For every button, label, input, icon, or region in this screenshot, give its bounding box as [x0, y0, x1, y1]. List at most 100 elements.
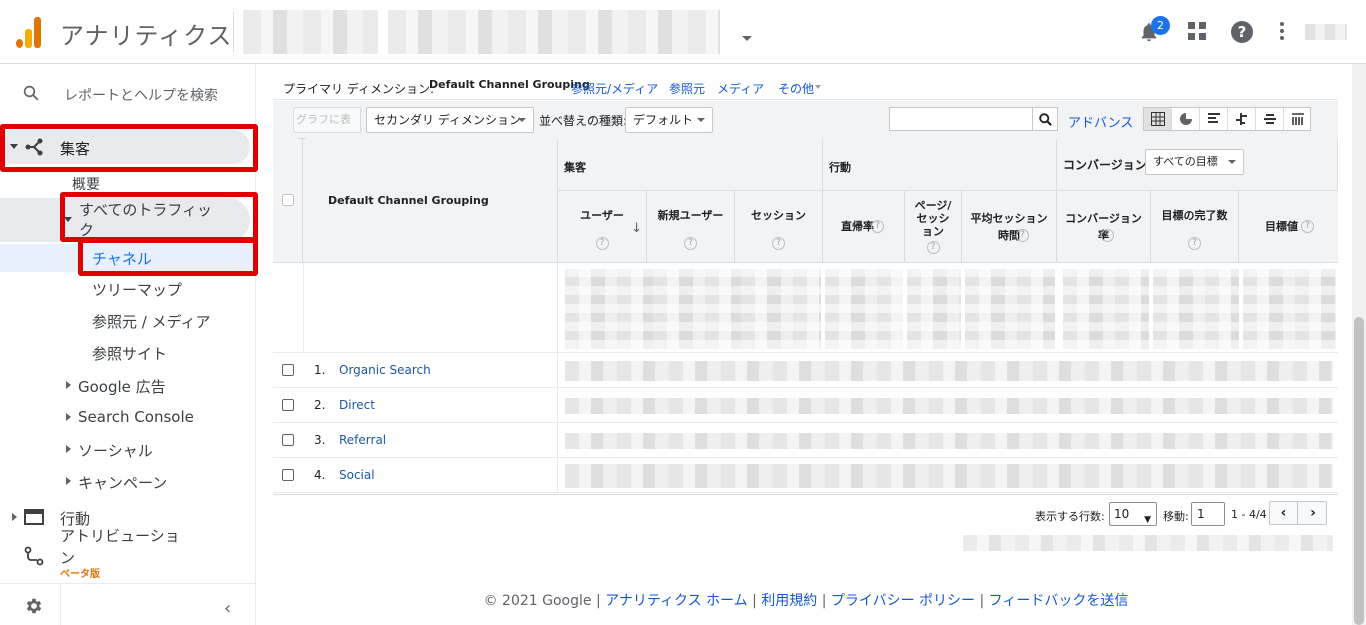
rows-per-page-select[interactable]: 10 ▼ — [1109, 502, 1157, 526]
scrollbar-thumb[interactable] — [1354, 317, 1364, 625]
row-checkbox[interactable] — [282, 469, 294, 481]
blurred-value — [565, 398, 1333, 414]
sidebar-item-social[interactable]: ソーシャル — [78, 440, 153, 461]
blurred-value — [565, 361, 1333, 381]
dimension-link-other[interactable]: その他 — [778, 80, 814, 97]
footer-link-terms[interactable]: 利用規約 — [761, 593, 817, 609]
account-dropdown-icon[interactable] — [742, 36, 752, 41]
footer-link-feedback[interactable]: フィードバックを送信 — [989, 593, 1129, 609]
dimension-link-medium[interactable]: メディア — [717, 80, 764, 97]
notification-badge: 2 — [1151, 16, 1170, 35]
row-checkbox[interactable] — [282, 399, 294, 411]
sidebar-item-referrals[interactable]: 参照サイト — [92, 343, 167, 364]
sidebar-divider — [0, 583, 256, 584]
column-header-pages-per-session[interactable]: ページ/セッション ? — [905, 191, 962, 263]
sidebar: レポートとヘルプを検索 集客 概要 すべてのトラフィック チャネル ツリーマップ… — [0, 64, 258, 625]
sidebar-item-search-console[interactable]: Search Console — [78, 408, 194, 426]
select-all-checkbox[interactable] — [282, 194, 294, 206]
chevron-right-icon — [66, 413, 71, 421]
pagination-buttons: ‹ › — [1269, 501, 1327, 525]
pivot-view-icon[interactable] — [1284, 108, 1312, 130]
help-icon[interactable]: ? — [1301, 220, 1314, 233]
chevron-down-icon — [518, 118, 526, 122]
table-view-switcher — [1143, 107, 1311, 131]
blurred-value — [741, 269, 821, 349]
help-icon[interactable]: ? — [1231, 21, 1253, 43]
help-icon[interactable]: ? — [772, 237, 785, 250]
avatar[interactable] — [1305, 24, 1347, 40]
goal-select[interactable]: すべての目標 — [1145, 149, 1244, 175]
sidebar-search[interactable]: レポートとヘルプを検索 — [0, 78, 256, 110]
report-main: プライマリ ディメンション: Default Channel Grouping … — [273, 64, 1338, 558]
term-cloud-view-icon[interactable] — [1256, 108, 1284, 130]
column-header-bounce-rate[interactable]: 直帰率 ? — [823, 191, 905, 263]
group-header-conversions: コンバージョン すべての目標 — [1057, 139, 1338, 191]
page-range: 1 - 4/4 — [1231, 508, 1267, 521]
help-icon[interactable]: ? — [1188, 237, 1201, 250]
help-icon[interactable]: ? — [595, 237, 609, 250]
secondary-dimension-select[interactable]: セカンダリ ディメンション — [366, 107, 534, 133]
top-bar: アナリティクス 2 ? — [0, 0, 1366, 64]
help-icon[interactable]: ? — [1016, 229, 1029, 242]
gear-icon[interactable] — [24, 596, 44, 616]
more-vert-icon[interactable] — [1279, 22, 1285, 42]
collapse-sidebar-button[interactable]: ‹ — [224, 598, 231, 619]
sidebar-item-attribution[interactable]: アトリビューション — [60, 525, 190, 569]
table-filter-input[interactable] — [889, 107, 1033, 131]
blurred-value — [825, 269, 903, 349]
sidebar-item-treemap[interactable]: ツリーマップ — [92, 279, 182, 300]
footer: © 2021 Google | アナリティクス ホーム | 利用規約 | プライ… — [483, 593, 1129, 609]
page-scrollbar[interactable] — [1352, 64, 1366, 625]
help-icon[interactable]: ? — [871, 220, 884, 233]
dimension-link-source[interactable]: 参照元 — [669, 80, 705, 97]
view-selector-blurred[interactable] — [388, 10, 720, 54]
column-header-goal-value[interactable]: 目標値 ? — [1239, 191, 1338, 263]
help-icon[interactable]: ? — [926, 241, 940, 254]
table-filter-button[interactable] — [1032, 107, 1058, 131]
column-header-new-users[interactable]: 新規ユーザー ? — [647, 191, 735, 263]
sidebar-item-google-ads[interactable]: Google 広告 — [78, 376, 166, 397]
goto-page-input[interactable]: 1 — [1191, 502, 1225, 526]
dimension-header[interactable]: Default Channel Grouping — [303, 139, 558, 263]
row-checkbox[interactable] — [282, 364, 294, 376]
chevron-right-icon — [66, 381, 71, 389]
highlight-box — [60, 192, 258, 242]
column-header-sessions[interactable]: セッション ? — [735, 191, 823, 263]
row-checkbox[interactable] — [282, 434, 294, 446]
footer-link-home[interactable]: アナリティクス ホーム — [605, 593, 748, 609]
help-icon[interactable]: ? — [684, 237, 697, 250]
table-toolbar: グラフに表示 セカンダリ ディメンション 並べ替えの種類: デフォルト アドバン… — [273, 101, 1338, 150]
table-view-icon[interactable] — [1144, 108, 1172, 130]
column-header-users[interactable]: ユーザー ? ↓ — [558, 191, 647, 263]
column-header-avg-session-duration[interactable]: 平均セッション時間 ? — [962, 191, 1057, 263]
row-link[interactable]: Organic Search — [339, 363, 431, 377]
sidebar-item-overview[interactable]: 概要 — [72, 174, 100, 194]
analytics-logo-icon[interactable] — [16, 16, 42, 48]
prev-page-button[interactable]: ‹ — [1270, 502, 1298, 524]
help-icon[interactable]: ? — [1101, 229, 1114, 242]
sidebar-item-source-medium[interactable]: 参照元 / メディア — [92, 311, 211, 332]
chevron-right-icon — [12, 513, 17, 521]
performance-view-icon[interactable] — [1200, 108, 1228, 130]
footer-link-privacy[interactable]: プライバシー ポリシー — [831, 593, 975, 609]
dimension-link-source-medium[interactable]: 参照元/メディア — [571, 80, 658, 97]
pie-view-icon[interactable] — [1172, 108, 1200, 130]
beta-badge: ベータ版 — [60, 569, 100, 580]
advanced-filter-link[interactable]: アドバンス — [1068, 112, 1133, 131]
next-page-button[interactable]: › — [1299, 502, 1327, 524]
blurred-value — [653, 269, 741, 349]
column-header-conversion-rate[interactable]: コンバージョン率 ? — [1057, 191, 1151, 263]
comparison-view-icon[interactable] — [1228, 108, 1256, 130]
chevron-right-icon — [66, 477, 71, 485]
plot-rows-button[interactable]: グラフに表示 — [293, 107, 361, 150]
apps-grid-icon[interactable] — [1188, 22, 1206, 40]
row-link[interactable]: Social — [339, 468, 375, 482]
row-link[interactable]: Referral — [339, 433, 386, 447]
sort-type-select[interactable]: デフォルト — [625, 107, 713, 133]
row-link[interactable]: Direct — [339, 398, 375, 412]
blurred-value — [1153, 269, 1239, 349]
group-header-behavior: 行動 — [823, 139, 1057, 191]
account-selector-blurred[interactable] — [243, 10, 378, 54]
sidebar-item-campaigns[interactable]: キャンペーン — [78, 472, 167, 493]
app-title: アナリティクス — [60, 22, 233, 50]
